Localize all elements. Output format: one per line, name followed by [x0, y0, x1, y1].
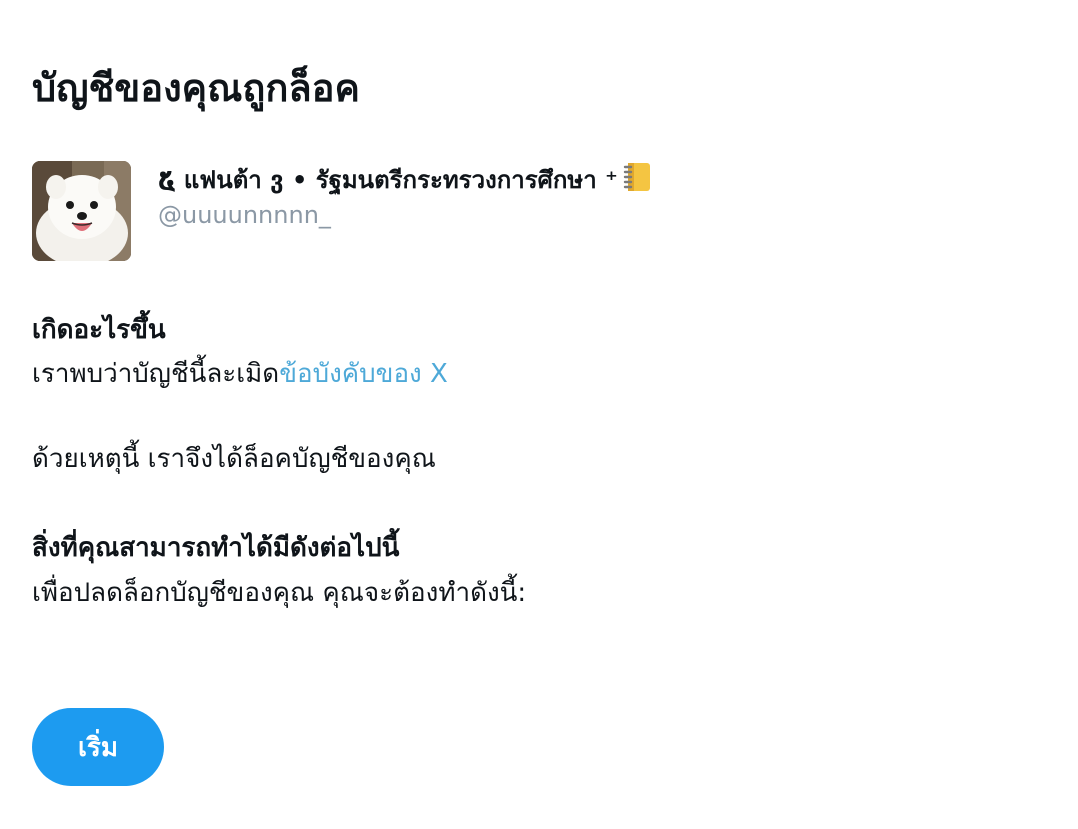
- account-display-name: ໕ แฟนต้า ვ • รัฐมนตรีกระทรวงการศึกษา ⁺: [158, 161, 652, 203]
- notebook-icon: [622, 161, 652, 203]
- violation-text-prefix: เราพบว่าบัญชีนี้ละเมิด: [32, 359, 280, 389]
- rules-link[interactable]: ข้อบังคับของ X: [279, 359, 448, 389]
- lock-reason-text: ด้วยเหตุนี้ เราจึงได้ล็อคบัญชีของคุณ: [32, 444, 436, 474]
- page-title: บัญชีของคุณถูกล็อค: [32, 66, 360, 110]
- account-card: ໕ แฟนต้า ვ • รัฐมนตรีกระทรวงการศึกษา ⁺ @…: [32, 161, 932, 261]
- account-handle: @uuuunnnnn_: [158, 201, 331, 229]
- start-button[interactable]: เริ่ม: [32, 708, 164, 786]
- avatar: [32, 161, 131, 261]
- account-display-name-text: ໕ แฟนต้า ვ • รัฐมนตรีกระทรวงการศึกษา ⁺: [158, 166, 618, 194]
- unlock-instructions-text: เพื่อปลดล็อกบัญชีของคุณ คุณจะต้องทำดังนี…: [32, 578, 527, 608]
- dog-avatar-image: [32, 161, 131, 261]
- violation-text: เราพบว่าบัญชีนี้ละเมิดข้อบังคับของ X: [32, 354, 448, 394]
- what-happened-heading: เกิดอะไรขึ้น: [32, 315, 166, 345]
- locked-account-page: บัญชีของคุณถูกล็อค ໕ แฟนต้า ვ • รัฐมนตรี…: [32, 0, 1046, 829]
- what-you-can-do-heading: สิ่งที่คุณสามารถทำได้มีดังต่อไปนี้: [32, 533, 400, 563]
